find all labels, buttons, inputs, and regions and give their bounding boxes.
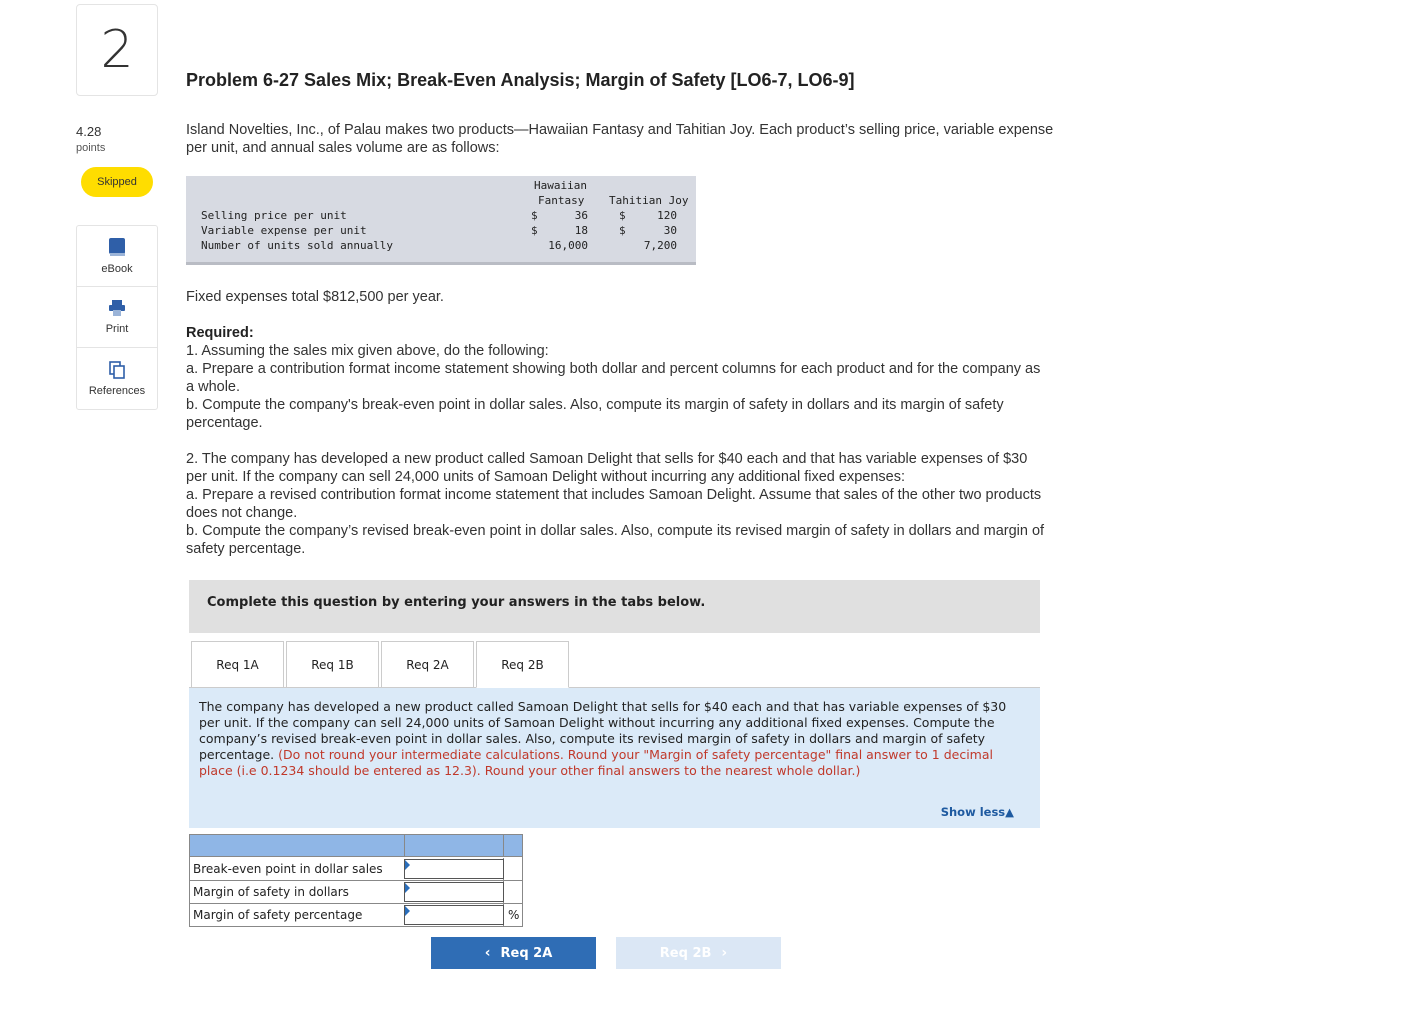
next-req-label: Req 2B [659,945,712,961]
percent-unit: % [508,908,520,922]
printer-icon [109,300,125,316]
table-row: Margin of safety in dollars [190,881,522,904]
req2b-line-1: b. Compute the company’s revised break-e… [186,523,1045,539]
ebook-label: eBook [101,263,133,275]
tab-req-1a[interactable]: Req 1A [191,641,284,688]
col2-header: Tahitian Joy [609,194,689,207]
product-table: Hawaiian Fantasy Tahitian Joy Selling pr… [186,176,696,265]
requirement-panel: The company has developed a new product … [189,688,1040,828]
row-c1: 16,000 [548,239,588,252]
req2a-line-2: does not change. [186,505,298,521]
chevron-left-icon: ‹ [484,945,491,961]
req2-line-2: per unit. If the company can sell 24,000… [186,469,905,485]
tab-req-2b[interactable]: Req 2B [476,641,569,688]
status-badge: Skipped [81,167,153,197]
row-c2: 120 [657,209,677,222]
margin-percent-input[interactable] [404,905,504,925]
points-label: points [76,142,106,154]
row-c1: 36 [574,209,588,222]
prev-req-label: Req 2A [500,945,553,961]
margin-dollars-input[interactable] [404,882,504,902]
instructions-box: Complete this question by entering your … [189,580,1040,633]
tab-req-1b[interactable]: Req 1B [286,641,379,688]
references-button[interactable]: References [77,348,157,409]
req2a-line-1: a. Prepare a revised contribution format… [186,487,1042,503]
table-row: Break-even point in dollar sales [190,858,522,881]
print-label: Print [105,323,129,335]
print-button[interactable]: Print [77,287,157,348]
req1b-line-2: percentage. [186,415,263,431]
requirement-text: The company has developed a new product … [199,699,1019,779]
fixed-expenses-text: Fixed expenses total $812,500 per year. [186,289,444,305]
req1-text: 1. Assuming the sales mix given above, d… [186,343,549,359]
references-label: References [88,384,146,397]
show-less-label: Show less [940,805,1006,819]
row-c1: 18 [574,224,588,237]
question-number: 2 [76,4,158,96]
req2-line-1: 2. The company has developed a new produ… [186,451,1028,467]
col1-header-line1: Hawaiian [534,179,587,192]
margin-dollars-label: Margin of safety in dollars [193,885,349,899]
intro-line-2: per unit, and annual sales volume are as… [186,140,500,156]
row-c2-sym: $ [619,224,626,237]
row-label: Selling price per unit [201,209,347,222]
row-c2-sym: $ [619,209,626,222]
row-label: Variable expense per unit [201,224,367,237]
row-c1-sym: $ [531,209,538,222]
breakeven-label: Break-even point in dollar sales [193,862,383,876]
chevron-right-icon: › [721,945,728,961]
req1b-line-1: b. Compute the company's break-even poin… [186,397,1004,413]
instructions-text: Complete this question by entering your … [207,595,706,610]
answer-table: Break-even point in dollar sales Margin … [189,834,523,927]
tab-req-2a[interactable]: Req 2A [381,641,474,688]
row-c1-sym: $ [531,224,538,237]
points-value: 4.28 [76,124,102,139]
ebook-button[interactable]: eBook [77,226,157,287]
req1a-line-2: a whole. [186,379,241,395]
next-req-button[interactable]: Req 2B › [616,937,781,969]
prev-req-button[interactable]: ‹ Req 2A [431,937,596,969]
req2b-line-2: safety percentage. [186,541,306,557]
table-row: Margin of safety percentage % [190,904,522,927]
problem-title: Problem 6-27 Sales Mix; Break-Even Analy… [186,70,855,90]
rounding-note: (Do not round your intermediate calculat… [199,747,993,778]
row-c2: 7,200 [643,239,677,252]
row-label: Number of units sold annually [201,239,394,252]
book-icon [109,238,125,256]
req1a-line-1: a. Prepare a contribution format income … [186,361,1041,377]
breakeven-input[interactable] [404,859,504,879]
col1-header-line2: Fantasy [538,194,585,207]
answer-table-header [190,835,522,857]
triangle-up-icon: ▲ [1005,805,1014,819]
margin-percent-label: Margin of safety percentage [193,908,363,922]
show-less-link[interactable]: Show less▲ [941,805,1014,819]
tools-panel: eBook Print References [76,225,158,410]
intro-line-1: Island Novelties, Inc., of Palau makes t… [186,122,1054,138]
copy-icon [109,360,125,379]
row-c2: 30 [663,224,677,237]
required-heading: Required: [186,325,254,341]
